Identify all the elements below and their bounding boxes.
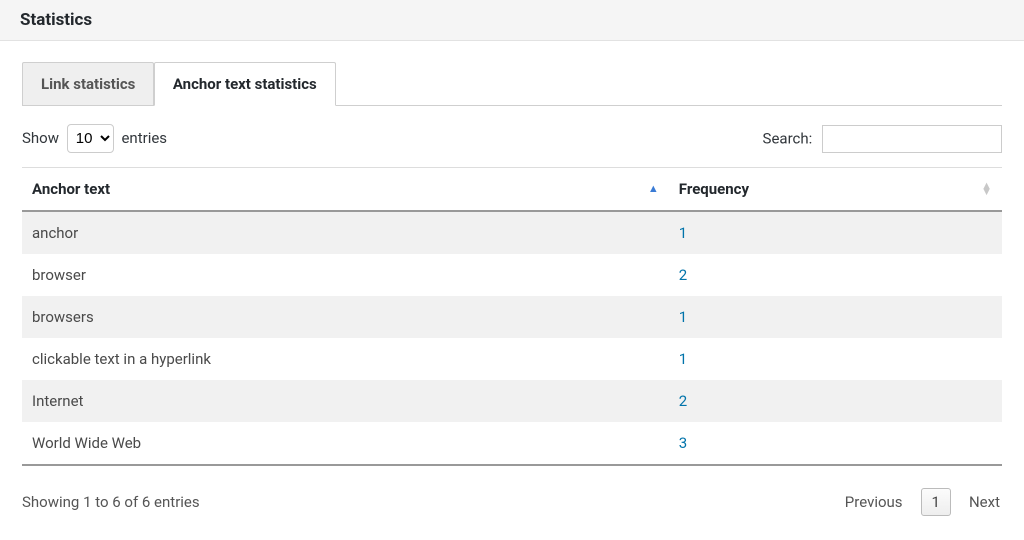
sort-icon: ▲ (648, 186, 659, 192)
cell-anchor: anchor (22, 211, 669, 254)
previous-button[interactable]: Previous (843, 489, 905, 515)
sort-icon: ▲▼ (981, 183, 992, 195)
panel-body: Link statistics Anchor text statistics S… (0, 41, 1024, 528)
pagination: Previous 1 Next (843, 488, 1002, 516)
frequency-link[interactable]: 3 (679, 434, 687, 452)
column-anchor-text-label: Anchor text (32, 180, 110, 198)
column-frequency-label: Frequency (679, 180, 749, 198)
frequency-link[interactable]: 2 (679, 266, 687, 284)
entries-suffix: entries (121, 129, 167, 147)
panel-title: Statistics (0, 0, 1024, 41)
table-footer: Showing 1 to 6 of 6 entries Previous 1 N… (22, 466, 1002, 516)
cell-anchor: World Wide Web (22, 422, 669, 465)
page-number-current[interactable]: 1 (921, 488, 951, 516)
tabs: Link statistics Anchor text statistics (22, 61, 1002, 106)
next-button[interactable]: Next (967, 489, 1002, 515)
table-controls: Show 10 entries Search: (22, 106, 1002, 167)
cell-anchor: browser (22, 254, 669, 296)
cell-anchor: Internet (22, 380, 669, 422)
cell-anchor: browsers (22, 296, 669, 338)
column-anchor-text[interactable]: Anchor text ▲ (22, 168, 669, 212)
tab-link-statistics[interactable]: Link statistics (22, 62, 154, 105)
table-row: clickable text in a hyperlink 1 (22, 338, 1002, 380)
tab-anchor-text-statistics[interactable]: Anchor text statistics (154, 62, 336, 106)
table-row: World Wide Web 3 (22, 422, 1002, 465)
cell-anchor: clickable text in a hyperlink (22, 338, 669, 380)
table-row: anchor 1 (22, 211, 1002, 254)
table-info: Showing 1 to 6 of 6 entries (22, 493, 200, 511)
table-row: browsers 1 (22, 296, 1002, 338)
entries-prefix: Show (22, 129, 59, 147)
search-input[interactable] (822, 125, 1002, 153)
table-row: Internet 2 (22, 380, 1002, 422)
frequency-link[interactable]: 1 (679, 350, 687, 368)
column-frequency[interactable]: Frequency ▲▼ (669, 168, 1002, 212)
table-row: browser 2 (22, 254, 1002, 296)
search-wrap: Search: (763, 125, 1002, 153)
entries-select[interactable]: 10 (67, 124, 114, 153)
statistics-table: Anchor text ▲ Frequency ▲▼ anchor 1 (22, 167, 1002, 466)
frequency-link[interactable]: 2 (679, 392, 687, 410)
frequency-link[interactable]: 1 (679, 308, 687, 326)
entries-length: Show 10 entries (22, 124, 167, 153)
search-label: Search: (763, 129, 813, 147)
frequency-link[interactable]: 1 (679, 224, 687, 242)
